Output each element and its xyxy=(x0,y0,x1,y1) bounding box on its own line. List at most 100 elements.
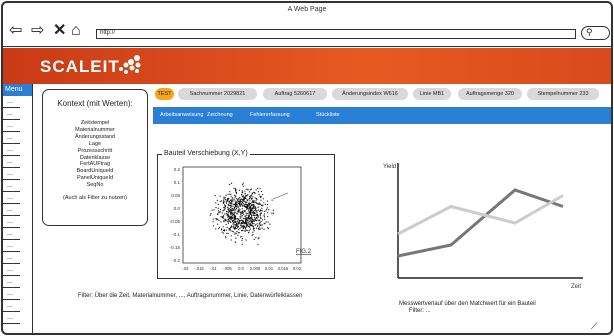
sidebar-menu-item[interactable]: ... xyxy=(3,192,20,204)
subnav-link[interactable]: Arbeitsanweisung xyxy=(160,107,203,124)
context-item: Zeitstempel xyxy=(80,120,110,126)
scatter-point xyxy=(223,206,225,208)
resize-grip-icon[interactable]: ⟋ xyxy=(591,321,597,332)
scatter-point xyxy=(224,220,226,222)
sidebar-menu-item[interactable]: ... xyxy=(3,168,20,180)
context-list: Zeitstempel Materialnummer Änderungsstand L… xyxy=(43,120,147,189)
search-icon[interactable]: ⚲ xyxy=(586,28,593,37)
scatter-point xyxy=(243,210,245,212)
browser-window: A Web Page ⇦ ⇨ ✕ ⌂ http:// ⚲ SCALEIT Men… xyxy=(1,1,613,335)
scatter-point xyxy=(258,224,260,226)
sidebar-menu-item[interactable]: ... xyxy=(3,216,20,228)
scatter-point xyxy=(227,220,229,222)
sidebar-menu-item[interactable]: ... xyxy=(3,264,20,276)
scatter-point xyxy=(254,191,256,194)
scatter-point xyxy=(252,199,254,201)
scatter-point xyxy=(231,212,233,214)
menu-header[interactable]: Menu xyxy=(3,84,32,96)
scatter-point xyxy=(242,205,244,207)
sidebar-menu-item[interactable]: ... xyxy=(3,180,20,192)
sidebar-menu-item[interactable]: ... xyxy=(3,228,20,240)
scatter-point xyxy=(249,200,251,202)
scatter-point xyxy=(252,231,254,233)
scatter-point xyxy=(260,196,262,198)
scatter-point xyxy=(250,216,253,218)
scatter-point xyxy=(224,197,226,199)
scatter-point xyxy=(234,233,236,235)
scatter-point xyxy=(217,203,219,206)
sidebar-menu-item[interactable]: ... xyxy=(3,144,20,156)
search-field[interactable]: ⚲ xyxy=(581,26,610,40)
scatter-point xyxy=(240,236,242,238)
scatter-point xyxy=(222,226,224,228)
scatter-point xyxy=(251,193,254,195)
scatter-point xyxy=(235,241,237,243)
subnav-link[interactable]: Zeichnung xyxy=(207,107,233,124)
context-item: Lage xyxy=(88,140,102,147)
scatter-point xyxy=(242,184,244,186)
sidebar-menu-item[interactable]: ... xyxy=(3,120,20,132)
scatter-point xyxy=(215,228,217,230)
subnav-link[interactable]: Fehlererfassung xyxy=(250,107,290,124)
scatter-point xyxy=(233,194,236,196)
subnav-link[interactable]: Stückliste xyxy=(316,107,340,124)
scatter-point xyxy=(267,216,269,218)
scatter-point xyxy=(229,205,231,207)
sidebar-menu-item[interactable]: ... xyxy=(3,252,20,264)
scatter-point xyxy=(252,207,254,209)
tab-2[interactable]: Auftrag 5260617 xyxy=(263,88,327,100)
scatter-point xyxy=(258,193,260,196)
sidebar-menu-item[interactable]: ... xyxy=(3,300,20,312)
tab-4[interactable]: Linie MB1 xyxy=(413,88,451,100)
x-icon[interactable]: ✕ xyxy=(53,23,66,39)
sidebar-menu-item[interactable]: ... xyxy=(3,312,20,324)
scatter-point xyxy=(220,216,222,218)
scatter-point xyxy=(237,226,239,228)
tab-3[interactable]: Änderungsindex W616 xyxy=(332,88,408,100)
sidebar-menu-item[interactable]: ... xyxy=(3,132,20,144)
tab-5[interactable]: Auftragsmenge 320 xyxy=(458,88,522,100)
home-icon[interactable]: ⌂ xyxy=(71,23,81,39)
sidebar-menu-item[interactable]: ... xyxy=(3,288,20,300)
sidebar-menu-item[interactable]: ... xyxy=(3,240,20,252)
scatter-point xyxy=(258,202,261,204)
tab-1[interactable]: Sachnummer 2029821 xyxy=(178,88,257,100)
scatter-point xyxy=(262,205,264,207)
tab-6[interactable]: Stempelnummer 233 xyxy=(527,88,599,100)
scatter-point xyxy=(240,200,242,202)
scatter-point xyxy=(238,211,240,213)
tab-0[interactable]: TEST xyxy=(155,88,174,100)
scatter-point xyxy=(250,209,252,211)
scatter-point xyxy=(262,193,264,196)
scatter-point xyxy=(254,200,256,202)
scatter-point xyxy=(241,236,243,238)
sidebar-menu-item[interactable]: ... xyxy=(3,276,20,288)
scatter-point xyxy=(237,202,239,205)
sidebar-menu-item[interactable]: ... xyxy=(3,156,20,168)
scatter-point xyxy=(235,191,237,193)
scatter-point xyxy=(239,227,241,229)
y-tick-label: -0.05 xyxy=(170,219,181,224)
url-field[interactable]: http:// xyxy=(96,29,576,39)
scatter-point xyxy=(242,222,244,224)
scatter-point xyxy=(243,197,245,199)
scatter-point xyxy=(248,230,250,232)
scatter-point xyxy=(231,230,233,232)
scatter-point xyxy=(233,225,235,227)
scatter-point xyxy=(267,221,269,223)
scatter-point xyxy=(269,223,271,225)
arrow-right-icon[interactable]: ⇨ xyxy=(31,23,44,39)
scatter-point xyxy=(226,232,228,234)
context-heading: Kontext (mit Werten): xyxy=(57,99,133,108)
scatter-point xyxy=(228,197,230,199)
scatter-point xyxy=(242,229,244,231)
scatter-point xyxy=(229,212,231,214)
scatter-point xyxy=(240,224,242,226)
scatter-point xyxy=(258,203,260,205)
sidebar-menu-item[interactable]: ... xyxy=(3,204,20,216)
scatter-point xyxy=(237,222,239,224)
arrow-left-icon[interactable]: ⇦ xyxy=(9,23,22,39)
scatter-point xyxy=(241,191,243,193)
sidebar-menu-item[interactable]: ... xyxy=(3,108,20,120)
sidebar-menu-item[interactable]: ... xyxy=(3,96,20,108)
